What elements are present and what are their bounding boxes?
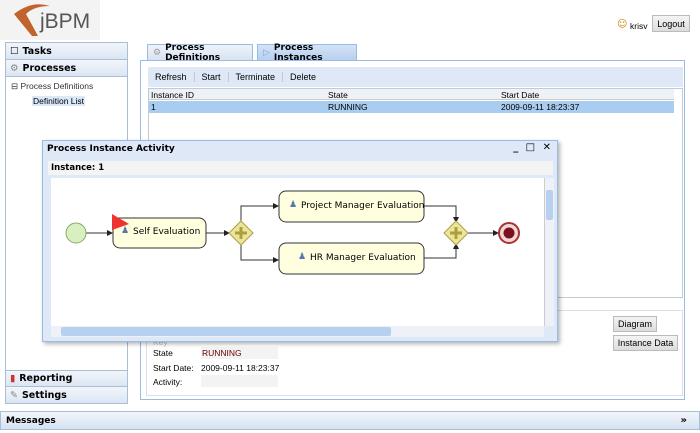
start-event (65, 222, 87, 244)
user-task-icon: ♟ (298, 252, 307, 262)
sidebar-processes[interactable]: ⚙ Processes (6, 60, 127, 77)
sidebar-settings[interactable]: ✎ Settings (6, 387, 127, 404)
cell-start-date: 2009-09-11 18:23:37 (501, 102, 580, 112)
grid-header: Instance ID State Start Date (149, 89, 674, 100)
diagram-button[interactable]: Diagram (613, 316, 657, 332)
vertical-scrollbar[interactable] (544, 178, 554, 326)
process-instance-activity-window: Process Instance Activity _ □ ✕ Instance… (42, 140, 558, 342)
cell-id: 1 (151, 102, 156, 112)
logout-button[interactable]: Logout (652, 15, 690, 32)
jbpm-logo: jBPM (0, 0, 100, 40)
table-row[interactable]: 1 RUNNING 2009-09-11 18:23:37 (149, 101, 674, 113)
task-label: Project Manager Evaluation (301, 201, 425, 211)
terminate-button[interactable]: Terminate (229, 72, 284, 82)
tree-process-definitions[interactable]: ⊟ Process Definitions (11, 81, 93, 92)
instance-data-button[interactable]: Instance Data (613, 335, 678, 351)
tree-definition-list[interactable]: Definition List (32, 96, 86, 106)
gear-icon: ⚙ (10, 62, 19, 74)
window-title: Process Instance Activity (47, 144, 175, 154)
tab-process-instances[interactable]: ▷ Process Instances (257, 43, 357, 63)
chart-icon: ▮ (10, 373, 16, 384)
sidebar-reporting[interactable]: ▮ Reporting (6, 370, 127, 387)
user-task-icon: ♟ (289, 200, 298, 210)
scroll-thumb[interactable] (61, 327, 391, 336)
expand-icon[interactable]: » (681, 415, 687, 426)
play-icon: ▷ (263, 47, 270, 58)
delete-button[interactable]: Delete (283, 72, 323, 82)
sidebar-processes-label: Processes (22, 62, 77, 74)
sidebar-tasks[interactable]: ☐ Tasks (6, 43, 127, 60)
col-instance-id[interactable]: Instance ID (151, 90, 194, 100)
refresh-button[interactable]: Refresh (148, 72, 195, 82)
messages-title: Messages (6, 415, 56, 426)
user-task-icon: ♟ (121, 226, 130, 236)
start-date-label: Start Date: (153, 363, 194, 373)
instance-label: Instance: 1 (48, 161, 553, 175)
tab-process-definitions[interactable]: ⚙ Process Definitions (147, 43, 253, 63)
state-label: State (153, 348, 173, 358)
clipboard-icon: ☐ (10, 45, 19, 57)
process-diagram: ♟ Self Evaluation ♟ Project Manager Eval… (51, 178, 544, 326)
tree-parent-label: Process Definitions (20, 81, 94, 91)
task-label: HR Manager Evaluation (310, 253, 416, 263)
sidebar-tasks-label: Tasks (22, 45, 52, 57)
cell-state: RUNNING (328, 102, 368, 112)
activity-label: Activity: (153, 377, 183, 387)
start-date-value: 2009-09-11 18:23:37 (201, 363, 280, 373)
username: krisv (630, 21, 648, 31)
col-state[interactable]: State (328, 90, 348, 100)
gear-icon: ⚙ (153, 47, 162, 58)
wrench-icon: ✎ (10, 389, 18, 401)
messages-bar[interactable]: Messages » (0, 411, 700, 430)
logo-text: jBPM (40, 10, 91, 33)
task-label: Self Evaluation (133, 227, 201, 237)
state-value: RUNNING (201, 347, 278, 359)
start-button[interactable]: Start (195, 72, 229, 82)
window-controls[interactable]: _ □ ✕ (513, 142, 553, 153)
user-icon: ☺ (617, 19, 628, 30)
col-start-date[interactable]: Start Date (501, 90, 539, 100)
sidebar-settings-label: Settings (21, 389, 67, 401)
toolbar: Refresh Start Terminate Delete (148, 67, 683, 87)
scroll-thumb[interactable] (546, 190, 553, 220)
horizontal-scrollbar[interactable] (51, 326, 544, 337)
activity-value (201, 375, 278, 387)
sidebar-reporting-label: Reporting (19, 373, 73, 384)
